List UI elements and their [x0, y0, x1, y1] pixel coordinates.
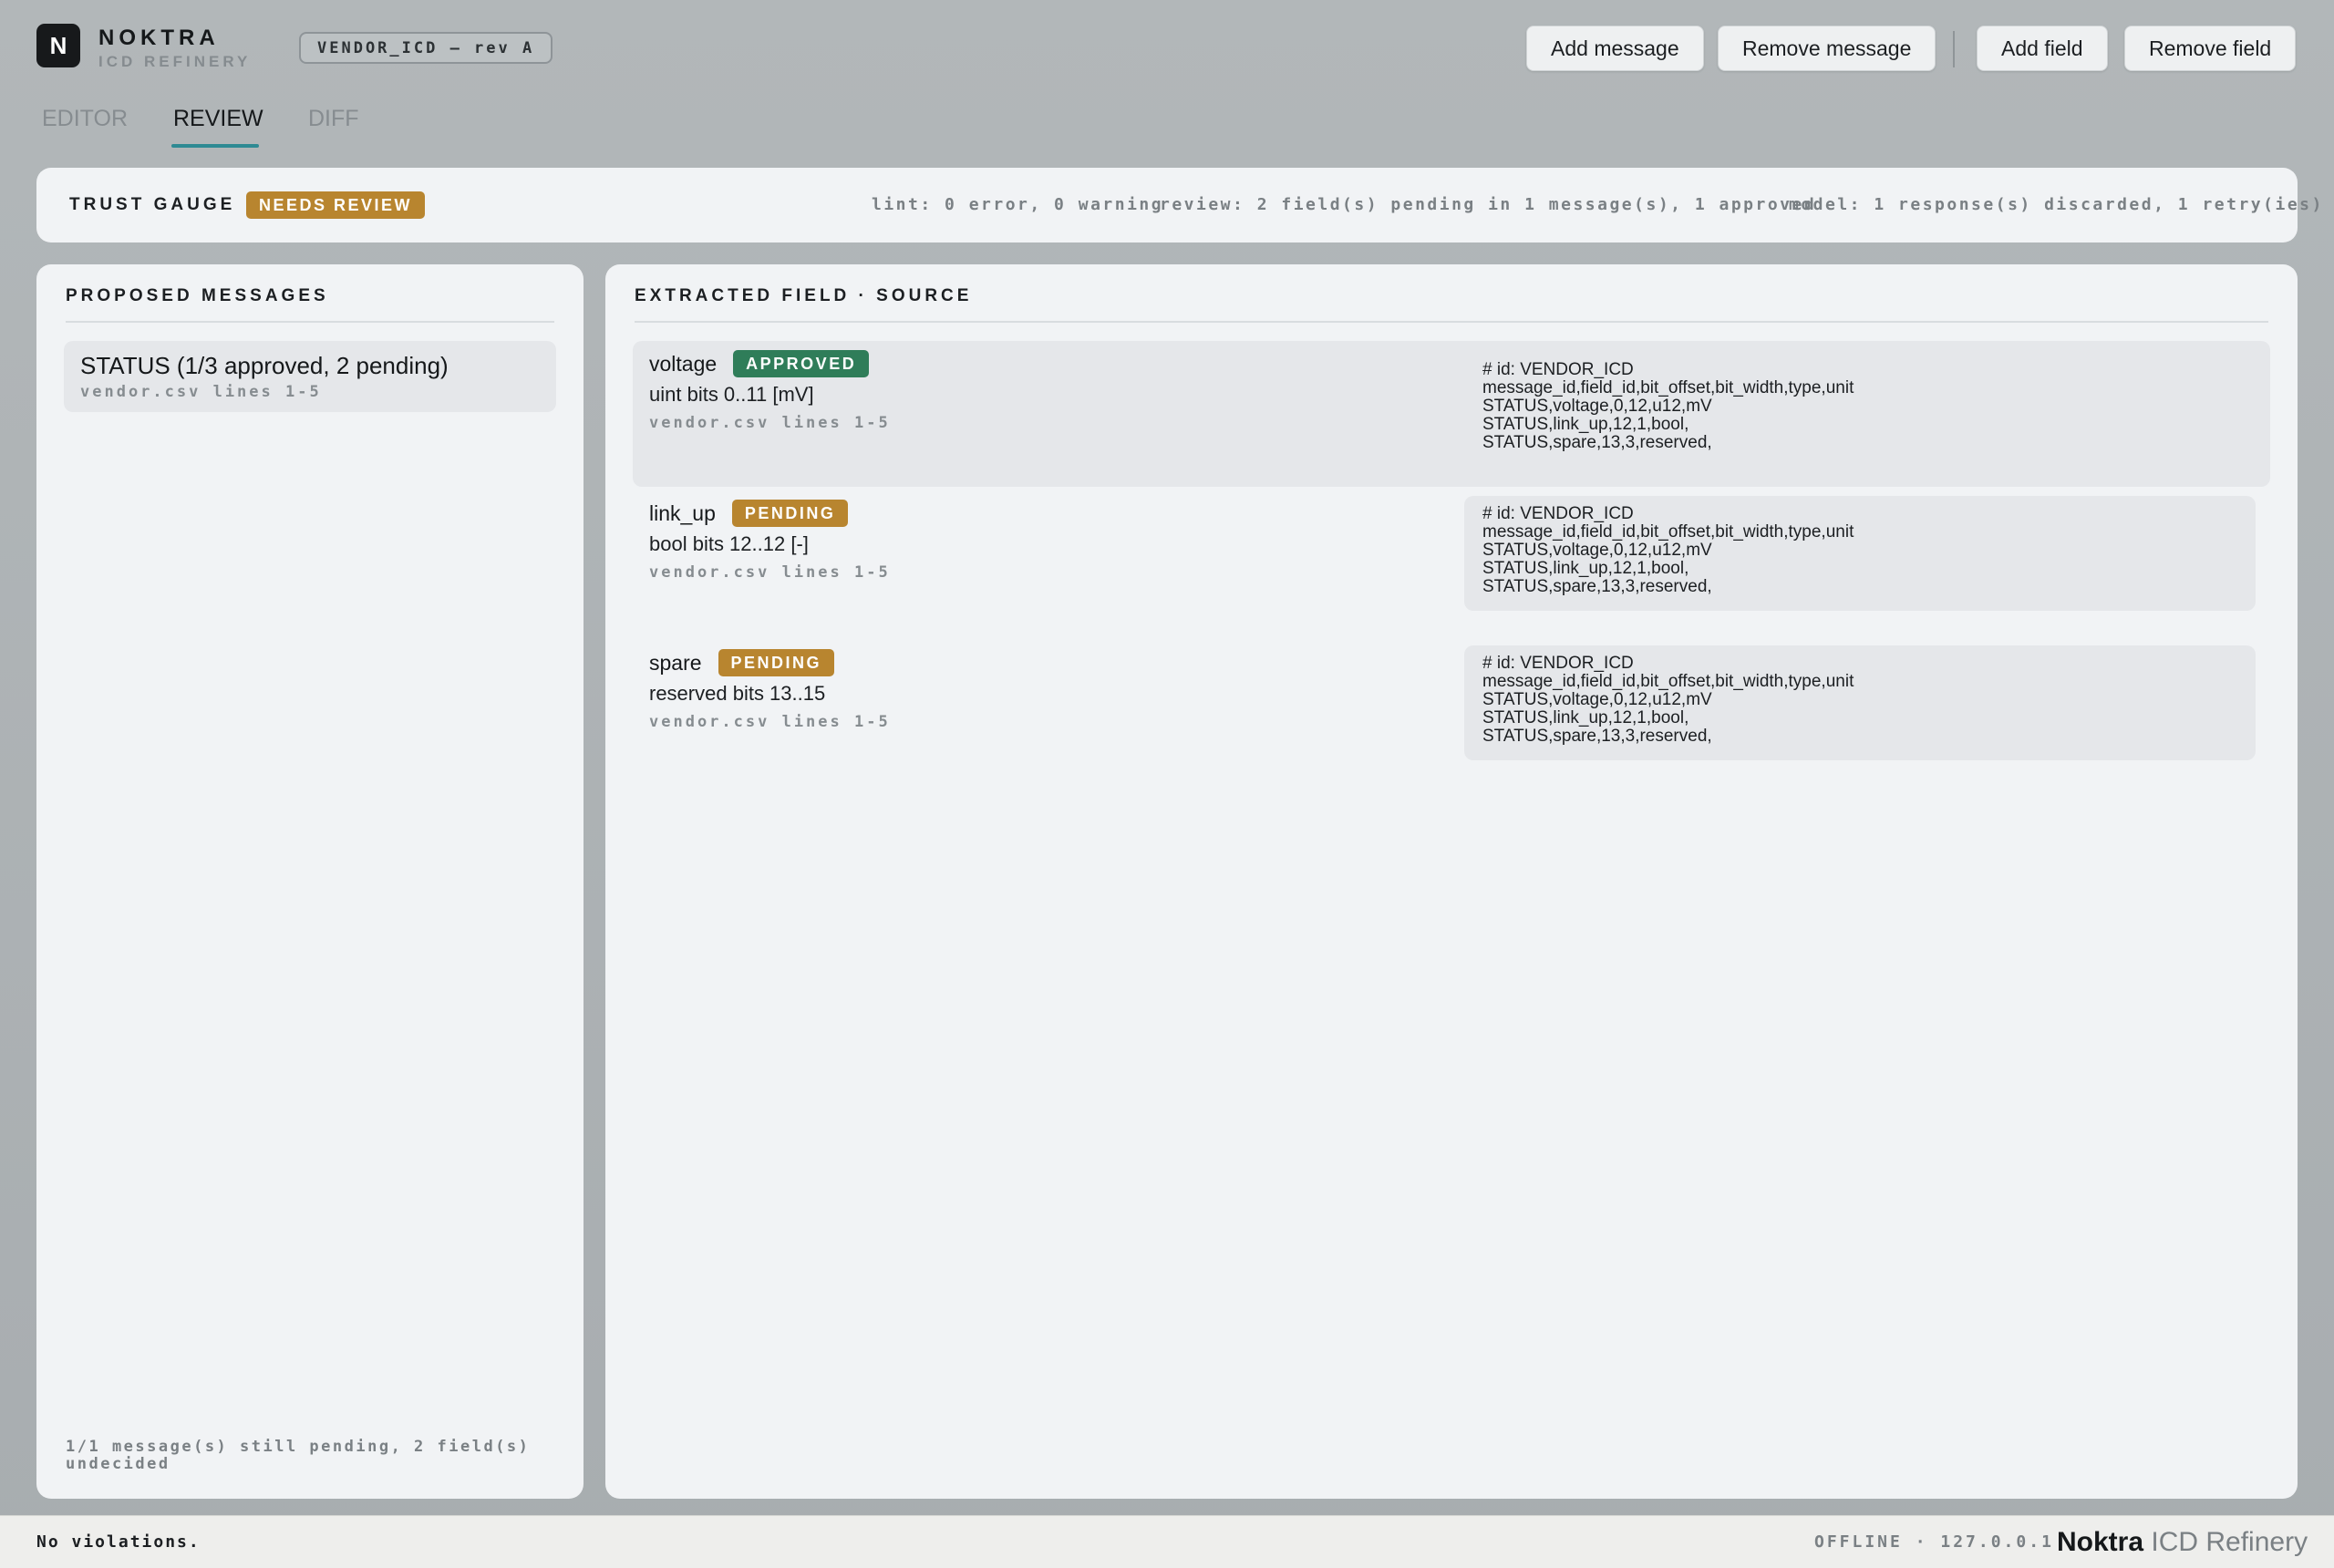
field-source: vendor.csv lines 1-5: [649, 713, 891, 731]
tab-diff[interactable]: DIFF: [308, 106, 359, 132]
source-snippet: # id: VENDOR_ICD message_id,field_id,bit…: [1482, 360, 1854, 452]
footer-brand-name: Noktra: [2057, 1527, 2144, 1557]
proposed-messages-panel: PROPOSED MESSAGES STATUS (1/3 approved, …: [36, 264, 584, 1499]
panel-divider: [66, 321, 554, 323]
source-snippet: # id: VENDOR_ICD message_id,field_id,bit…: [1464, 645, 2256, 760]
field-source: vendor.csv lines 1-5: [649, 414, 891, 432]
top-bar: N NOKTRA ICD REFINERY VENDOR_ICD — rev A…: [0, 0, 2334, 95]
field-status-badge: PENDING: [731, 500, 849, 527]
field-detail: uint bits 0..11 [mV]: [649, 383, 814, 406]
app-logo: N: [36, 24, 80, 67]
field-name: spare: [649, 650, 702, 675]
panel-title: EXTRACTED FIELD · SOURCE: [635, 286, 973, 305]
field-status-badge: APPROVED: [733, 350, 870, 377]
field-row-link-up[interactable]: link_up PENDING bool bits 12..12 [-] ven…: [633, 490, 2270, 618]
message-title: STATUS (1/3 approved, 2 pending): [80, 352, 449, 379]
field-status-badge: PENDING: [718, 649, 835, 676]
remove-message-button[interactable]: Remove message: [1718, 26, 1936, 71]
field-detail: reserved bits 13..15: [649, 682, 826, 705]
app-subtitle: ICD REFINERY: [98, 53, 252, 70]
message-source: vendor.csv lines 1-5: [80, 383, 322, 401]
panel-title: PROPOSED MESSAGES: [66, 286, 329, 305]
document-revision-chip: VENDOR_ICD — rev A: [299, 32, 553, 64]
lint-summary: lint: 0 error, 0 warning: [872, 195, 1164, 214]
connection-status: OFFLINE · 127.0.0.1: [1814, 1532, 2054, 1552]
pending-summary: 1/1 message(s) still pending, 2 field(s)…: [66, 1438, 531, 1473]
status-message: No violations.: [36, 1532, 201, 1552]
add-field-button[interactable]: Add field: [1977, 26, 2108, 71]
remove-field-button[interactable]: Remove field: [2124, 26, 2297, 71]
field-source: vendor.csv lines 1-5: [649, 563, 891, 582]
status-bar: No violations. OFFLINE · 127.0.0.1 Noktr…: [0, 1515, 2334, 1568]
field-detail: bool bits 12..12 [-]: [649, 532, 809, 555]
field-name: voltage: [649, 351, 718, 376]
tab-review[interactable]: REVIEW: [173, 106, 263, 132]
app-name: NOKTRA: [98, 26, 220, 50]
add-message-button[interactable]: Add message: [1526, 26, 1704, 71]
field-row-voltage[interactable]: voltage APPROVED uint bits 0..11 [mV] ve…: [633, 341, 2270, 487]
message-item-status[interactable]: STATUS (1/3 approved, 2 pending) vendor.…: [64, 341, 556, 412]
trust-status-badge: NEEDS REVIEW: [246, 191, 426, 219]
model-summary: model: 1 response(s) discarded, 1 retry(…: [1789, 195, 2324, 214]
source-snippet: # id: VENDOR_ICD message_id,field_id,bit…: [1464, 496, 2256, 611]
review-summary: review: 2 field(s) pending in 1 message(…: [1160, 195, 1817, 214]
field-row-spare[interactable]: spare PENDING reserved bits 13..15 vendo…: [633, 640, 2270, 768]
trust-gauge-label: TRUST GAUGE: [69, 195, 236, 214]
trust-gauge-bar: TRUST GAUGE NEEDS REVIEW lint: 0 error, …: [36, 168, 2321, 242]
footer-brand-product: ICD Refinery: [2151, 1527, 2308, 1557]
footer-brand: Noktra ICD Refinery: [2057, 1527, 2308, 1558]
toolbar-divider: [1953, 31, 1955, 67]
active-tab-indicator: [171, 144, 259, 148]
extracted-fields-panel: EXTRACTED FIELD · SOURCE voltage APPROVE…: [605, 264, 2298, 1499]
panel-divider: [635, 321, 2268, 323]
field-name: link_up: [649, 500, 716, 525]
tab-editor[interactable]: EDITOR: [42, 106, 128, 132]
